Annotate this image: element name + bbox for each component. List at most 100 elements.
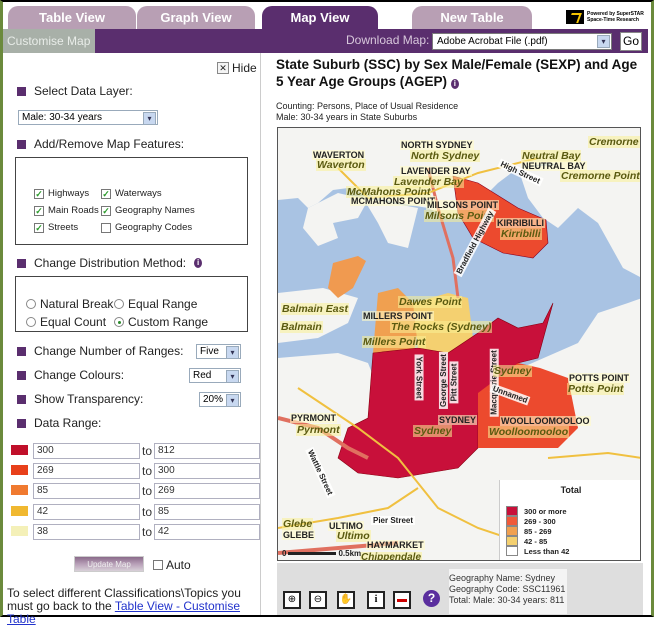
streets-checkbox[interactable]: ✓ Streets (34, 222, 78, 233)
range-from-input[interactable]: 269 (33, 463, 140, 479)
radio-selected[interactable] (114, 317, 124, 327)
zoom-out-button[interactable]: ⊖ (309, 591, 327, 609)
custom-range-label: Custom Range (128, 315, 209, 329)
natural-break-radio[interactable]: Natural Break (26, 297, 113, 311)
checkbox-checked[interactable]: ✓ (34, 222, 44, 233)
map-tools: ⊕ ⊖ ✋ i ▬ ? Geography Name: Sydney Geogr… (277, 563, 643, 615)
legend-item: 42 - 85 (506, 536, 547, 546)
range-from-input[interactable]: 38 (33, 524, 140, 540)
map-label: North Sydney (410, 150, 481, 162)
geography-name: Geography Name: Sydney (449, 573, 556, 583)
tab-map-view[interactable]: Map View (262, 6, 378, 29)
range-color-swatch[interactable] (11, 526, 28, 536)
tab-table-view[interactable]: Table View (8, 6, 136, 29)
map-canvas[interactable]: NORTH SYDNEY North Sydney WAVERTON Waver… (277, 127, 641, 561)
range-to-input[interactable]: 812 (154, 443, 260, 459)
customise-map-tab[interactable]: Customise Map (3, 29, 95, 53)
range-color-swatch[interactable] (11, 465, 28, 475)
range-from-input[interactable]: 42 (33, 504, 140, 520)
range-from-input[interactable]: 300 (33, 443, 140, 459)
transparency-select[interactable]: 20% ▾ (199, 392, 241, 407)
map-scale: 0 0.5km (282, 549, 361, 558)
pan-hand-icon: ✋ (339, 594, 353, 605)
data-range-label: Data Range: (34, 416, 102, 430)
custom-range-radio[interactable]: Custom Range (114, 315, 208, 329)
equal-range-radio[interactable]: Equal Range (114, 297, 197, 311)
num-ranges-select[interactable]: Five ▾ (196, 344, 241, 359)
pan-button[interactable]: ✋ (337, 591, 355, 609)
geography-codes-checkbox[interactable]: Geography Codes (101, 222, 192, 233)
checkbox-checked[interactable]: ✓ (101, 205, 111, 216)
auto-checkbox[interactable]: Auto (153, 558, 191, 572)
map-subtitle: Counting: Persons, Place of Usual Reside… (276, 101, 458, 123)
waterways-checkbox[interactable]: ✓ Waterways (101, 188, 162, 199)
info-button[interactable]: i (367, 591, 385, 609)
range-to-input[interactable]: 42 (154, 524, 260, 540)
hide-button[interactable]: ✕ Hide (217, 61, 257, 75)
checkbox-checked[interactable]: ✓ (34, 188, 44, 199)
legend-item: 300 or more (506, 506, 567, 516)
main-roads-checkbox[interactable]: ✓ Main Roads (34, 205, 99, 216)
data-range-row: 269 to 300 (11, 463, 261, 479)
range-to-label: to (142, 525, 153, 539)
geography-code: Geography Code: SSC11961 (449, 584, 566, 594)
download-format-select[interactable]: Adobe Acrobat File (.pdf) ▾ (432, 33, 612, 50)
colours-select[interactable]: Red ▾ (189, 368, 241, 383)
map-legend: Total 300 or more 269 - 300 85 - 269 42 … (499, 480, 640, 560)
map-label: Sydney (493, 365, 533, 377)
map-label: SYDNEY (438, 415, 478, 425)
equal-count-radio[interactable]: Equal Count (26, 315, 106, 329)
tab-new-table[interactable]: New Table (412, 6, 532, 29)
identify-button[interactable]: ▬ (393, 591, 411, 609)
distribution-heading: Change Distribution Method: i (17, 256, 203, 270)
legend-swatch (506, 546, 518, 556)
radio-unselected[interactable] (114, 299, 124, 309)
land-balmain (278, 288, 358, 343)
checkbox-unchecked[interactable] (101, 222, 111, 233)
range-color-swatch[interactable] (11, 506, 28, 516)
region-goat-island (328, 256, 366, 298)
legend-item: 85 - 269 (506, 526, 552, 536)
help-button[interactable]: ? (423, 590, 440, 607)
data-range-heading: Data Range: (17, 416, 101, 430)
data-layer-select[interactable]: Male: 30-34 years ▾ (18, 110, 158, 125)
map-label: Waverton (316, 159, 366, 171)
bullet-icon (17, 258, 26, 268)
info-icon[interactable]: i (450, 79, 459, 89)
map-title: State Suburb (SSC) by Sex Male/Female (S… (276, 56, 648, 90)
download-format-value: Adobe Acrobat File (.pdf) (437, 36, 548, 47)
legend-label: 300 or more (524, 506, 567, 516)
checkbox-checked[interactable]: ✓ (34, 205, 44, 216)
go-button[interactable]: Go (620, 32, 642, 51)
update-map-button[interactable]: Update Map (74, 556, 144, 572)
equal-range-label: Equal Range (128, 297, 198, 311)
legend-item: 269 - 300 (506, 516, 556, 526)
map-label: Potts Point (567, 383, 625, 395)
range-to-input[interactable]: 269 (154, 483, 260, 499)
chevron-down-icon: ▾ (597, 35, 610, 48)
range-color-swatch[interactable] (11, 485, 28, 495)
hide-label: Hide (232, 61, 257, 75)
radio-unselected[interactable] (26, 317, 36, 327)
bullet-icon (17, 86, 26, 96)
info-icon[interactable]: i (194, 258, 203, 268)
map-label: MCMAHONS POINT (350, 196, 436, 206)
scale-start: 0 (282, 549, 287, 558)
colours-heading: Change Colours: (17, 368, 124, 382)
zoom-in-button[interactable]: ⊕ (283, 591, 301, 609)
geography-names-checkbox[interactable]: ✓ Geography Names (101, 205, 195, 216)
tab-graph-view[interactable]: Graph View (137, 6, 255, 29)
range-color-swatch[interactable] (11, 445, 28, 455)
radio-unselected[interactable] (26, 299, 36, 309)
transparency-value: 20% (203, 394, 224, 405)
highways-checkbox[interactable]: ✓ Highways (34, 188, 89, 199)
colours-label: Change Colours: (34, 368, 125, 382)
legend-swatch (506, 526, 518, 536)
checkbox-checked[interactable]: ✓ (101, 188, 111, 199)
range-to-input[interactable]: 300 (154, 463, 260, 479)
range-to-input[interactable]: 85 (154, 504, 260, 520)
checkbox-unchecked[interactable] (153, 560, 163, 570)
map-label: KIRRIBILLI (496, 218, 545, 228)
range-from-input[interactable]: 85 (33, 483, 140, 499)
counting-text: Counting: Persons, Place of Usual Reside… (276, 101, 459, 111)
